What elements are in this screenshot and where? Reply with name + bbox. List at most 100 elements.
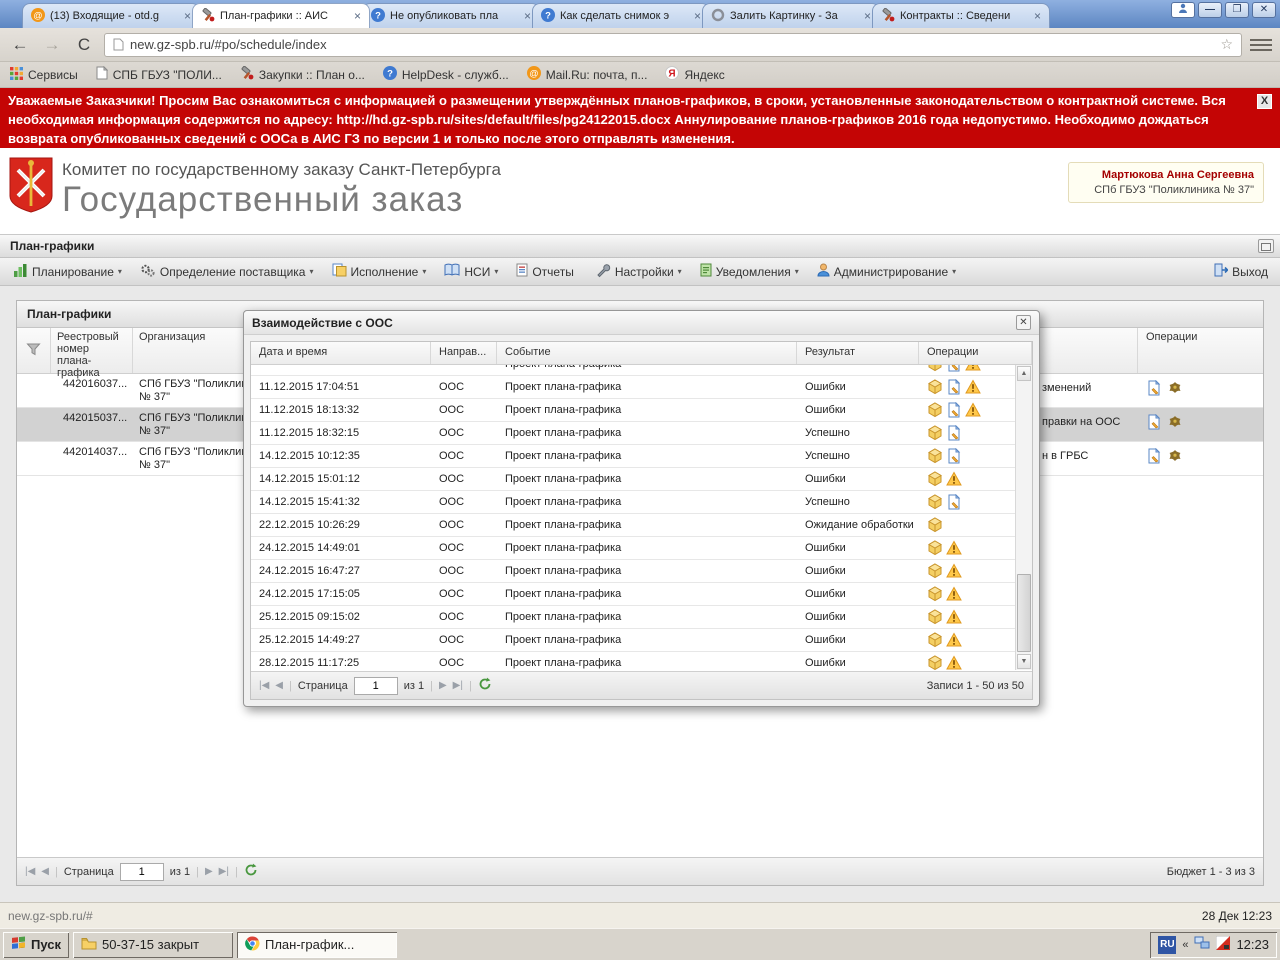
next-page-icon[interactable]: ▶ (205, 866, 213, 877)
row-operations[interactable] (1146, 380, 1183, 396)
banner-close-icon[interactable]: X (1257, 94, 1272, 109)
prev-page-icon[interactable]: ◀ (41, 866, 49, 877)
log-row[interactable]: 24.12.2015 16:47:27 ООС Проект плана-гра… (251, 560, 1032, 583)
spb-coat-of-arms-logo (8, 156, 54, 217)
prev-page-icon[interactable]: ◀ (275, 680, 283, 691)
column-direction[interactable]: Направ... (431, 342, 497, 364)
tab-close-icon[interactable]: × (524, 9, 531, 23)
log-row[interactable]: 24.12.2015 14:49:01 ООС Проект плана-гра… (251, 537, 1032, 560)
taskbar-task[interactable]: План-график... (237, 932, 397, 958)
page-input[interactable] (120, 863, 164, 881)
last-page-icon[interactable]: ▶| (453, 680, 463, 691)
menu-item[interactable]: Настройки ▾ (587, 258, 691, 285)
profile-button[interactable] (1171, 2, 1195, 18)
menu-item-label: Исполнение (351, 265, 419, 279)
browser-menu-icon[interactable] (1250, 39, 1272, 51)
next-page-icon[interactable]: ▶ (439, 680, 447, 691)
dialog-title: Взаимодействие с ООС (252, 316, 393, 330)
menu-item[interactable]: НСИ ▾ (435, 258, 507, 285)
package-icon (927, 402, 943, 418)
browser-tab[interactable]: ? Не опубликовать пла × (362, 3, 540, 28)
browser-tab[interactable]: Залить Картинку - За × (702, 3, 880, 28)
vertical-scrollbar[interactable]: ▲ ▼ (1015, 365, 1032, 670)
package-icon (927, 609, 943, 625)
tab-close-icon[interactable]: × (1034, 9, 1041, 23)
log-row[interactable]: 11.12.2015 17:04:51 ООС Проект плана-гра… (251, 376, 1032, 399)
browser-tab[interactable]: @ (13) Входящие - otd.g × (22, 3, 200, 28)
bookmark-item[interactable]: СПБ ГБУЗ "ПОЛИ... (96, 66, 222, 83)
bookmark-item[interactable]: Я Яндекс (665, 66, 724, 83)
bookmark-item[interactable]: Сервисы (10, 67, 78, 83)
user-box[interactable]: Мартюкова Анна Сергеевна СПб ГБУЗ "Полик… (1068, 162, 1264, 203)
browser-tab[interactable]: План-графики :: АИС × (192, 3, 370, 28)
column-datetime[interactable]: Дата и время (251, 342, 431, 364)
filter-column-header[interactable] (17, 328, 51, 373)
collapse-button[interactable] (1258, 239, 1274, 253)
log-row[interactable]: 24.12.2015 17:15:05 ООС Проект плана-гра… (251, 583, 1032, 606)
tab-close-icon[interactable]: × (864, 9, 871, 23)
scroll-up-icon[interactable]: ▲ (1017, 366, 1031, 381)
address-url[interactable]: new.gz-spb.ru/#po/schedule/index (130, 37, 1214, 52)
exit-icon (1214, 263, 1228, 277)
scrollbar-thumb[interactable] (1017, 574, 1031, 652)
first-page-icon[interactable]: |◀ (25, 866, 35, 877)
log-row[interactable]: 28.12.2015 11:17:25 ООС Проект плана-гра… (251, 652, 1032, 670)
scroll-down-icon[interactable]: ▼ (1017, 654, 1031, 669)
menu-item[interactable]: Отчеты (507, 258, 586, 285)
log-row[interactable]: 11.12.2015 18:13:32 ООС Проект плана-гра… (251, 399, 1032, 422)
column-registry-number[interactable]: Реестровый номер плана-графика (51, 328, 133, 373)
maximize-button[interactable]: ❐ (1225, 2, 1249, 18)
close-button[interactable]: ✕ (1252, 2, 1276, 18)
log-row[interactable]: 25.12.2015 09:15:02 ООС Проект плана-гра… (251, 606, 1032, 629)
menu-item[interactable]: Уведомления ▾ (691, 258, 808, 285)
bookmark-item[interactable]: ? HelpDesk - служб... (383, 66, 509, 83)
dialog-close-icon[interactable]: ✕ (1016, 315, 1031, 330)
menu-item[interactable]: Администрирование ▾ (808, 258, 965, 285)
bookmark-item[interactable]: @ Mail.Ru: почта, п... (527, 66, 648, 83)
event: Проект плана-графика (497, 611, 797, 623)
browser-tab[interactable]: ? Как сделать снимок э × (532, 3, 710, 28)
address-bar[interactable]: new.gz-spb.ru/#po/schedule/index ☆ (104, 33, 1242, 57)
log-row[interactable]: 14.12.2015 15:01:12 ООС Проект плана-гра… (251, 468, 1032, 491)
row-operations[interactable] (1146, 448, 1183, 464)
filter-icon (26, 342, 41, 356)
log-row[interactable]: 11.12.2015 18:32:15 ООС Проект плана-гра… (251, 422, 1032, 445)
bookmark-star-icon[interactable]: ☆ (1220, 36, 1233, 53)
last-page-icon[interactable]: ▶| (219, 866, 229, 877)
tab-close-icon[interactable]: × (694, 9, 701, 23)
tray-expand-icon[interactable]: « (1182, 939, 1188, 951)
back-button[interactable]: ← (8, 35, 32, 55)
tab-close-icon[interactable]: × (184, 9, 191, 23)
minimize-button[interactable]: — (1198, 2, 1222, 18)
browser-tab[interactable]: Контракты :: Сведени × (872, 3, 1050, 28)
first-page-icon[interactable]: |◀ (259, 680, 269, 691)
column-event[interactable]: Событие (497, 342, 797, 364)
start-button[interactable]: Пуск (3, 932, 69, 958)
menu-item[interactable]: Планирование ▾ (4, 258, 131, 285)
page-input[interactable] (354, 677, 398, 695)
log-row[interactable]: 25.12.2015 14:49:27 ООС Проект плана-гра… (251, 629, 1032, 652)
column-result[interactable]: Результат (797, 342, 919, 364)
row-operations[interactable] (1146, 414, 1183, 430)
browser-tab-strip: @ (13) Входящие - otd.g × План-графики :… (0, 0, 1280, 28)
bookmark-label: Яндекс (684, 68, 724, 82)
exit-button[interactable]: Выход (1206, 263, 1276, 280)
log-row[interactable]: 22.12.2015 10:26:29 ООС Проект плана-гра… (251, 514, 1032, 537)
eagle-icon (1167, 448, 1183, 464)
reload-button[interactable]: C (72, 35, 96, 55)
bookmark-item[interactable]: Закупки :: План о... (240, 66, 365, 83)
hammer-icon (881, 8, 895, 22)
taskbar-task[interactable]: 50-37-15 закрыт (73, 932, 233, 958)
bookmark-label: Сервисы (28, 68, 78, 82)
datetime: 14.12.2015 10:12:35 (251, 450, 431, 462)
log-row[interactable]: 14.12.2015 15:41:32 ООС Проект плана-гра… (251, 491, 1032, 514)
menu-item[interactable]: Определение поставщика ▾ (131, 258, 323, 285)
dialog-title-bar[interactable]: Взаимодействие с ООС ✕ (244, 311, 1039, 335)
menu-item[interactable]: Исполнение ▾ (323, 258, 436, 285)
tab-close-icon[interactable]: × (354, 9, 361, 23)
log-row[interactable]: 14.12.2015 10:12:35 ООС Проект плана-гра… (251, 445, 1032, 468)
forward-button[interactable]: → (40, 35, 64, 55)
language-indicator[interactable]: RU (1158, 936, 1176, 954)
column-operations[interactable]: Операции (1137, 328, 1263, 373)
column-operations[interactable]: Операции (919, 342, 1032, 364)
